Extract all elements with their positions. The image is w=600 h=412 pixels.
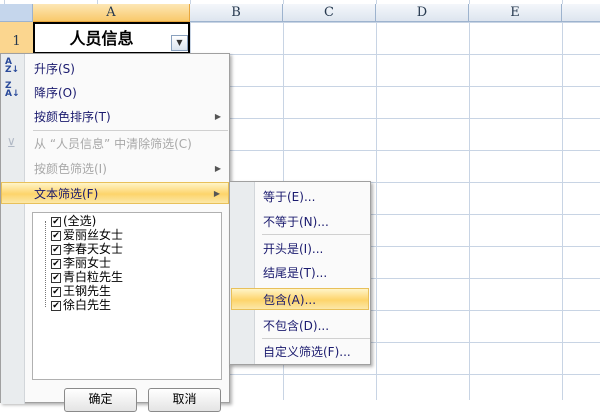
checklist-item[interactable]: ✔ 李春天女士 [51, 242, 123, 256]
checkbox-checked-icon[interactable]: ✔ [51, 230, 61, 241]
checkbox-checked-icon[interactable]: ✔ [51, 286, 61, 297]
menu-item-sort-desc[interactable]: 降序(O) [34, 82, 229, 104]
submenu-arrow-icon: ▶ [213, 189, 220, 198]
sort-asc-icon: A Z↓ [5, 57, 20, 75]
checkbox-checked-icon[interactable]: ✔ [51, 272, 61, 283]
submenu-item-equals[interactable]: 等于(E)... [263, 186, 315, 208]
submenu-item-begins-with[interactable]: 开头是(I)... [263, 238, 323, 260]
menu-item-label: 文本筛选(F) [34, 187, 99, 201]
item-label: (全选) [63, 214, 97, 228]
item-label: 徐白先生 [63, 298, 112, 312]
submenu-arrow-icon: ▶ [214, 112, 221, 121]
submenu-item-custom-filter[interactable]: 自定义筛选(F)... [263, 341, 351, 363]
cancel-button[interactable]: 取消 [148, 388, 221, 412]
submenu-arrow-icon: ▶ [214, 164, 221, 173]
menu-item-text-filter[interactable]: 文本筛选(F) ▶ [1, 182, 229, 204]
checklist-item[interactable]: ✔ 徐白先生 [51, 298, 111, 312]
menu-item-filter-by-color: 按颜色筛选(I) ▶ [34, 158, 229, 180]
submenu-item-not-equals[interactable]: 不等于(N)... [263, 211, 329, 233]
column-header-e[interactable]: E [469, 4, 562, 22]
column-header-f[interactable] [562, 4, 600, 22]
filter-dropdown-button[interactable]: ▼ [171, 35, 188, 51]
menu-item-label: 按颜色筛选(I) [34, 162, 107, 176]
column-header-b[interactable]: B [190, 4, 283, 22]
value-checklist[interactable]: ✔ (全选) ✔ 爱丽丝女士 ✔ 李春天女士 ✔ 李丽女士 ✔ 青白粒先生 ✔ 王钢先生 ✔… [32, 212, 222, 380]
item-label: 王钢先生 [63, 284, 112, 298]
text-filter-submenu: 等于(E)... 不等于(N)... 开头是(I)... 结尾是(T)... 包… [229, 181, 371, 365]
submenu-item-contains[interactable]: 包含(A)... [231, 288, 369, 310]
checklist-item-select-all[interactable]: ✔ (全选) [51, 214, 96, 228]
checklist-item[interactable]: ✔ 王钢先生 [51, 284, 111, 298]
checkbox-checked-icon[interactable]: ✔ [51, 300, 61, 311]
checkbox-checked-icon[interactable]: ✔ [51, 244, 61, 255]
menu-separator [262, 234, 370, 235]
checklist-item[interactable]: ✔ 爱丽丝女士 [51, 228, 123, 242]
column-header-d[interactable]: D [376, 4, 469, 22]
checklist-item[interactable]: ✔ 李丽女士 [51, 256, 111, 270]
menu-item-clear-filter: 从 “人员信息” 中清除筛选(C) [34, 137, 192, 151]
menu-separator [33, 130, 228, 131]
menu-separator [262, 338, 370, 339]
column-header-c[interactable]: C [283, 4, 376, 22]
menu-item-sort-asc[interactable]: 升序(S) [34, 58, 229, 80]
select-all-corner[interactable] [0, 4, 33, 22]
row-header-1[interactable]: 1 [0, 22, 33, 54]
sort-desc-icon: Z A↓ [5, 81, 20, 99]
menu-item-label: 按颜色排序(T) [34, 110, 111, 124]
ok-button[interactable]: 确定 [64, 388, 137, 412]
item-label: 青白粒先生 [63, 270, 124, 284]
checkbox-checked-icon[interactable]: ✔ [51, 258, 61, 269]
clear-filter-icon: ⊻ [7, 136, 16, 150]
submenu-item-does-not-contain[interactable]: 不包含(D)... [263, 315, 329, 337]
cell-a1[interactable]: 人员信息 [33, 22, 190, 54]
checklist-item[interactable]: ✔ 青白粒先生 [51, 270, 123, 284]
item-label: 李丽女士 [63, 256, 112, 270]
tree-line [45, 221, 46, 307]
submenu-item-ends-with[interactable]: 结尾是(T)... [263, 262, 327, 284]
menu-gutter [230, 182, 255, 364]
checkbox-checked-icon[interactable]: ✔ [51, 216, 61, 227]
item-label: 爱丽丝女士 [63, 228, 124, 242]
menu-item-sort-by-color[interactable]: 按颜色排序(T) ▶ [34, 106, 229, 128]
item-label: 李春天女士 [63, 242, 124, 256]
menu-gutter [1, 54, 25, 404]
column-header-a[interactable]: A [33, 4, 190, 22]
